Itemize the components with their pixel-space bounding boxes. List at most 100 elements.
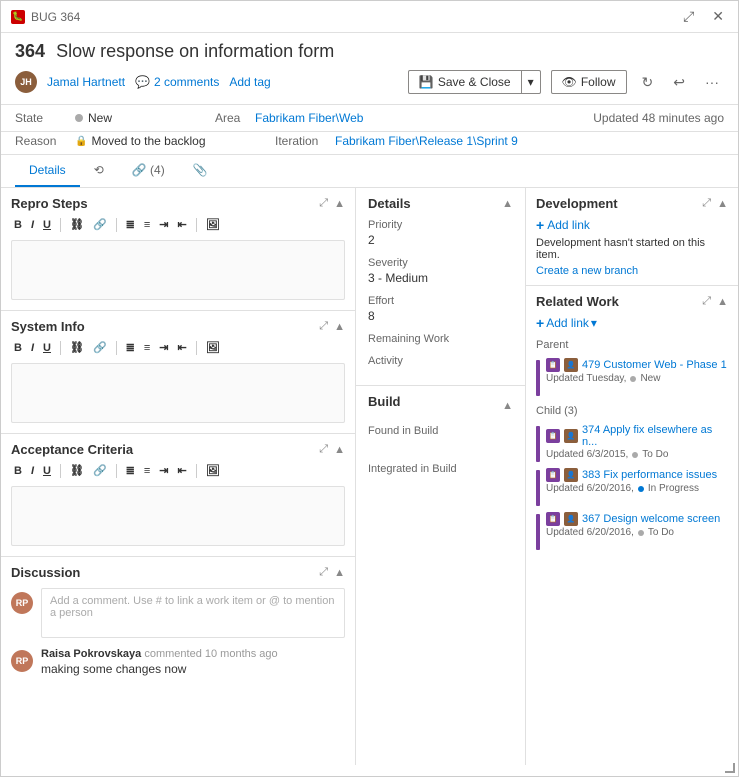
repro-steps-input[interactable]	[11, 240, 345, 300]
area-value[interactable]: Fabrikam Fiber\Web	[255, 111, 363, 125]
image-button[interactable]: 🖼	[203, 217, 223, 232]
ac-outdent-button[interactable]: ⇤	[175, 463, 190, 478]
maximize-button[interactable]: ⤢	[679, 6, 698, 27]
severity-value[interactable]: 3 - Medium	[368, 271, 513, 285]
outdent-button[interactable]: ⇤	[175, 217, 190, 232]
ac-bold-button[interactable]: B	[11, 464, 25, 478]
reason-label: Reason	[15, 134, 75, 148]
save-close-main[interactable]: 💾 Save & Close	[409, 71, 522, 93]
dev-collapse-icon[interactable]: ▲	[717, 198, 728, 210]
parent-work-item[interactable]: 📋 👤 479 Customer Web - Phase 1 Updated T…	[536, 355, 728, 399]
ac-link2-button[interactable]: 🔗	[90, 463, 110, 478]
comments-link[interactable]: 💬 2 comments	[135, 75, 219, 89]
sysinfo-expand-icon[interactable]: ⤢	[319, 320, 328, 333]
repro-steps-header: Repro Steps ⤢ ▲	[1, 188, 355, 217]
iteration-label: Iteration	[275, 134, 335, 148]
ac-image-button[interactable]: 🖼	[203, 463, 223, 478]
ac-expand-icon[interactable]: ⤢	[319, 443, 328, 456]
si-image-button[interactable]: 🖼	[203, 340, 223, 355]
tab-details[interactable]: Details	[15, 155, 80, 187]
add-link-dropdown-arrow: ▾	[591, 316, 597, 330]
tab-history[interactable]: ⟲	[80, 155, 118, 187]
refresh-button[interactable]: ↻	[637, 72, 659, 93]
ac-numbered-button[interactable]: ≡	[141, 464, 153, 478]
si-italic-button[interactable]: I	[28, 341, 37, 355]
found-in-build-value[interactable]	[368, 439, 513, 453]
si-outdent-button[interactable]: ⇤	[175, 340, 190, 355]
ac-underline-button[interactable]: U	[40, 464, 54, 478]
italic-button[interactable]: I	[28, 218, 37, 232]
more-options-button[interactable]: ···	[700, 72, 724, 92]
related-expand-icon[interactable]: ⤢	[702, 295, 711, 308]
related-add-link-button[interactable]: + Add link ▾	[536, 315, 597, 331]
comment-input[interactable]: Add a comment. Use # to link a work item…	[41, 588, 345, 638]
tab-attachments-icon: 📎	[193, 163, 208, 177]
child-367-id-title[interactable]: 367 Design welcome screen	[582, 513, 720, 525]
state-value[interactable]: New	[75, 111, 195, 125]
child-work-item-383[interactable]: 📋 👤 383 Fix performance issues Updated 6…	[536, 465, 728, 509]
si-bullets-button[interactable]: ≣	[123, 340, 138, 355]
si-underline-button[interactable]: U	[40, 341, 54, 355]
assignee-name[interactable]: Jamal Hartnett	[47, 75, 125, 89]
tab-links-icon: 🔗	[132, 163, 147, 177]
indent-button[interactable]: ⇥	[156, 217, 171, 232]
dev-add-link-button[interactable]: + Add link	[536, 217, 590, 233]
ac-link1-button[interactable]: ⛓	[67, 463, 87, 478]
si-numbered-button[interactable]: ≡	[141, 341, 153, 355]
child-383-id-title[interactable]: 383 Fix performance issues	[582, 469, 717, 481]
system-info-input[interactable]	[11, 363, 345, 423]
effort-value[interactable]: 8	[368, 309, 513, 323]
parent-id-title[interactable]: 479 Customer Web - Phase 1	[582, 359, 727, 371]
acceptance-criteria-toolbar: B I U ⛓ 🔗 ≣ ≡ ⇥ ⇤ 🖼	[1, 463, 355, 482]
tab-links[interactable]: 🔗 (4)	[118, 155, 179, 187]
dev-plus-icon: +	[536, 217, 544, 233]
build-collapse-icon[interactable]: ▲	[502, 400, 513, 412]
close-button[interactable]: ✕	[708, 6, 728, 27]
save-close-dropdown[interactable]: ▾	[522, 71, 540, 93]
effort-label: Effort	[368, 295, 513, 307]
underline-button[interactable]: U	[40, 218, 54, 232]
priority-value[interactable]: 2	[368, 233, 513, 247]
disc-collapse-icon[interactable]: ▲	[334, 567, 345, 579]
undo-button[interactable]: ↩	[668, 72, 690, 93]
repro-collapse-icon[interactable]: ▲	[334, 198, 345, 210]
parent-item-title: Customer Web - Phase 1	[603, 359, 726, 371]
numbered-list-button[interactable]: ≡	[141, 218, 153, 232]
dev-expand-icon[interactable]: ⤢	[702, 197, 711, 210]
child-374-type-icon: 📋	[546, 429, 560, 443]
create-branch-link[interactable]: Create a new branch	[536, 265, 728, 277]
acceptance-criteria-section: Acceptance Criteria ⤢ ▲ B I U ⛓ 🔗 ≣ ≡ ⇥ …	[1, 434, 355, 557]
ac-italic-button[interactable]: I	[28, 464, 37, 478]
ac-indent-button[interactable]: ⇥	[156, 463, 171, 478]
ac-bullets-button[interactable]: ≣	[123, 463, 138, 478]
follow-button[interactable]: 👁 Follow	[551, 70, 627, 94]
integrated-in-build-value[interactable]	[368, 477, 513, 491]
child-374-id-title[interactable]: 374 Apply fix elsewhere as n...	[582, 424, 728, 448]
repro-expand-icon[interactable]: ⤢	[319, 197, 328, 210]
child-work-item-374[interactable]: 📋 👤 374 Apply fix elsewhere as n... Upda…	[536, 421, 728, 465]
link2-button[interactable]: 🔗	[90, 217, 110, 232]
si-link1-button[interactable]: ⛓	[67, 340, 87, 355]
si-bold-button[interactable]: B	[11, 341, 25, 355]
si-indent-button[interactable]: ⇥	[156, 340, 171, 355]
sysinfo-collapse-icon[interactable]: ▲	[334, 321, 345, 333]
iteration-value[interactable]: Fabrikam Fiber\Release 1\Sprint 9	[335, 134, 518, 148]
related-collapse-icon[interactable]: ▲	[717, 296, 728, 308]
bullets-button[interactable]: ≣	[123, 217, 138, 232]
tab-attachments[interactable]: 📎	[179, 155, 222, 187]
child-work-item-367[interactable]: 📋 👤 367 Design welcome screen Updated 6/…	[536, 509, 728, 553]
parent-title-row: 📋 👤 479 Customer Web - Phase 1	[546, 358, 728, 372]
comment-time: commented 10 months ago	[144, 648, 277, 660]
bold-button[interactable]: B	[11, 218, 25, 232]
si-link2-button[interactable]: 🔗	[90, 340, 110, 355]
details-collapse-icon[interactable]: ▲	[502, 198, 513, 210]
acceptance-criteria-input[interactable]	[11, 486, 345, 546]
tab-links-count: (4)	[150, 163, 165, 177]
resize-handle[interactable]	[725, 763, 735, 773]
ac-collapse-icon[interactable]: ▲	[334, 444, 345, 456]
link1-button[interactable]: ⛓	[67, 217, 87, 232]
add-tag-button[interactable]: Add tag	[229, 75, 270, 89]
system-info-title: System Info	[11, 319, 85, 334]
disc-expand-icon[interactable]: ⤢	[319, 566, 328, 579]
build-section: Build ▲ Found in Build Integrated in Bui…	[356, 385, 525, 509]
